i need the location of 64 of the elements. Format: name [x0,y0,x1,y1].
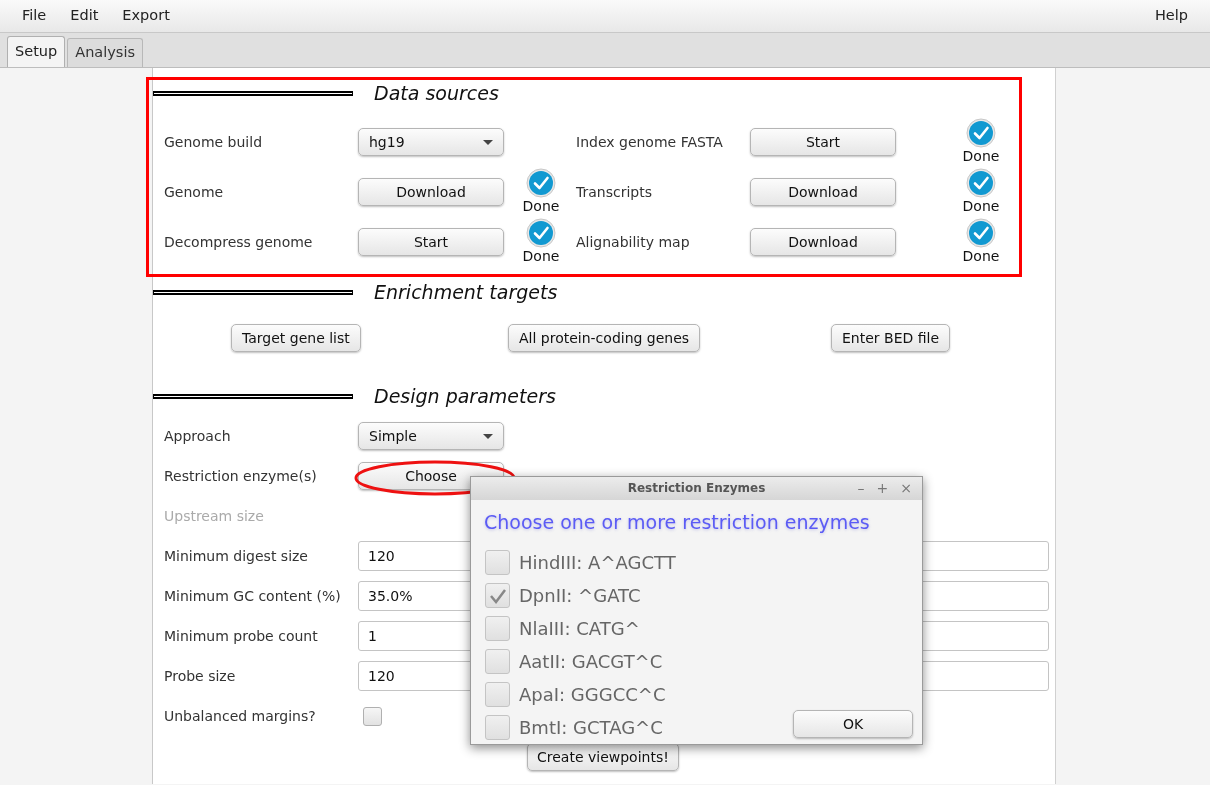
menu-item[interactable]: Help [1142,5,1200,27]
dropdown[interactable]: Simple [358,422,504,450]
section-title: Data sources [374,80,499,106]
window-title: Restriction Enzymes [627,480,766,498]
option-label: HindIII: A^AGCTT [519,551,676,575]
option-label: AatII: GACGT^C [519,650,663,674]
check-circle-icon [966,118,996,148]
ok-button[interactable]: OK [793,710,913,738]
menu-item[interactable]: File [10,5,59,27]
check-circle-icon [966,218,996,248]
tab[interactable]: Setup [7,36,66,67]
button[interactable]: Start [750,128,896,156]
button[interactable]: Download [750,228,896,256]
checkbox[interactable] [363,706,382,726]
status-label: Done [522,248,560,265]
field-label: Index genome FASTA [576,132,724,152]
button[interactable]: Start [358,228,504,256]
dropdown[interactable]: hg19 [358,128,504,156]
button[interactable]: Target gene list [231,324,361,352]
field-label: Genome build [164,132,264,152]
checkbox[interactable] [485,616,510,641]
field-label: Unbalanced margins? [164,706,317,726]
create-button[interactable]: Create viewpoints! [527,743,679,771]
caret-icon [483,139,493,145]
checkmark-icon [488,587,507,604]
button[interactable]: Download [750,178,896,206]
dialog-heading: Choose one or more restriction enzymes [484,509,871,535]
field-label: Minimum probe count [164,626,319,646]
option-label: NlaIII: CATG^ [519,617,640,641]
window-control[interactable]: × [900,481,912,496]
check-circle-icon [526,168,556,198]
caret-icon [483,433,493,439]
status-label: Done [522,198,560,215]
status-label: Done [962,148,1000,165]
check-circle-icon [526,218,556,248]
button[interactable]: Enter BED file [831,324,951,352]
option-label: BmtI: GCTAG^C [519,716,663,740]
field-label: Probe size [164,666,237,686]
button[interactable]: Download [358,178,504,206]
field-label: Genome [164,182,225,202]
field-label: Transcripts [576,182,653,202]
checkbox[interactable] [485,715,510,740]
option-label: DpnII: ^GATC [519,584,641,608]
menu-item[interactable]: Edit [58,5,111,27]
checkbox[interactable] [485,583,510,608]
option-label: ApaI: GGGCC^C [519,683,666,707]
section-title: Design parameters [374,383,556,409]
field-label: Restriction enzyme(s) [164,466,318,486]
checkbox[interactable] [485,682,510,707]
field-label: Minimum GC content (%) [164,586,342,606]
tab[interactable]: Analysis [67,38,143,67]
check-circle-icon [966,168,996,198]
checkbox[interactable] [485,550,510,575]
button[interactable]: All protein-coding genes [508,324,701,352]
status-label: Done [962,198,1000,215]
menu-item[interactable]: Export [110,5,182,27]
section-title: Enrichment targets [374,279,558,305]
field-label: Minimum digest size [164,546,309,566]
field-label: Alignability map [576,232,691,252]
checkbox[interactable] [485,649,510,674]
status-label: Done [962,248,1000,265]
field-label: Upstream size [164,506,265,526]
field-label: Decompress genome [164,232,314,252]
field-label: Approach [164,426,232,446]
